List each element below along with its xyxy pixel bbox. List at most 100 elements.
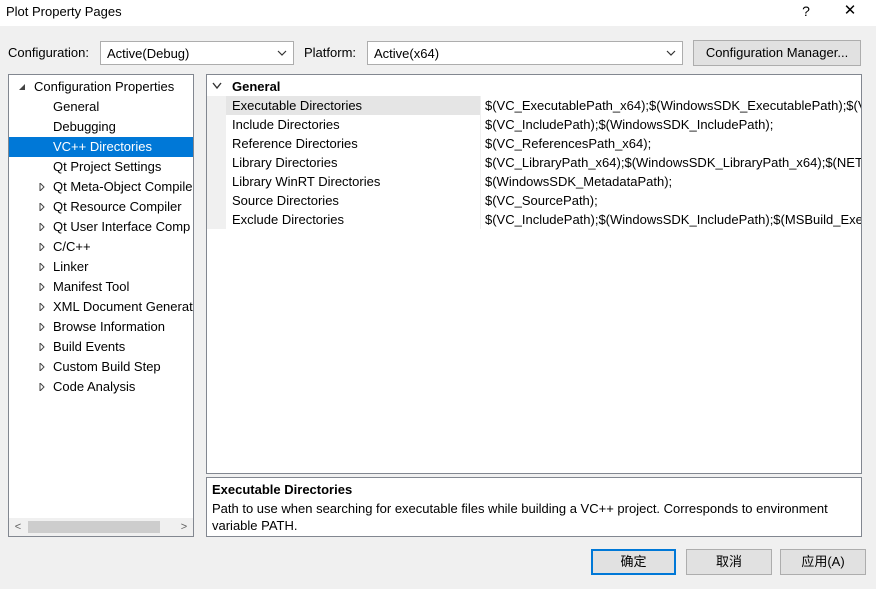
platform-select[interactable]: Active(x64) <box>367 41 683 65</box>
tree-item[interactable]: General <box>9 97 193 117</box>
scroll-left-icon[interactable]: < <box>11 520 25 534</box>
tree-item-label: Code Analysis <box>53 379 136 394</box>
tree-item-label: C/C++ <box>53 239 91 254</box>
property-value[interactable]: $(VC_IncludePath);$(WindowsSDK_IncludePa… <box>485 210 861 229</box>
column-divider <box>480 153 481 172</box>
tree-item[interactable]: Configuration Properties <box>9 77 193 97</box>
tree-item[interactable]: Browse Information <box>9 317 193 337</box>
collapsed-triangle-icon[interactable] <box>38 183 46 191</box>
tree-item[interactable]: Code Analysis <box>9 377 193 397</box>
section-header-general[interactable]: General <box>207 77 861 96</box>
column-divider <box>480 134 481 153</box>
tree-item[interactable]: Custom Build Step <box>9 357 193 377</box>
collapsed-triangle-icon[interactable] <box>38 223 46 231</box>
expanded-triangle-icon[interactable] <box>18 83 26 91</box>
property-grid[interactable]: General Executable Directories $(VC_Execu… <box>206 74 862 474</box>
collapsed-triangle-icon[interactable] <box>38 283 46 291</box>
tree-item[interactable]: Linker <box>9 257 193 277</box>
property-name: Include Directories <box>232 117 340 132</box>
tree-item-label: Qt User Interface Comp <box>53 219 191 234</box>
chevron-down-icon <box>277 50 287 56</box>
tree-item-label: Manifest Tool <box>53 279 130 294</box>
property-name: Reference Directories <box>232 136 358 151</box>
row-margin <box>207 153 226 172</box>
tree-item-label: General <box>53 99 100 114</box>
tree-item[interactable]: Qt Resource Compiler <box>9 197 193 217</box>
tree-item-label: Build Events <box>53 339 126 354</box>
tree-item[interactable]: Qt User Interface Comp <box>9 217 193 237</box>
column-divider <box>480 115 481 134</box>
cancel-button[interactable]: 取消 <box>686 549 772 575</box>
tree-item[interactable]: XML Document Generat <box>9 297 193 317</box>
configuration-select[interactable]: Active(Debug) <box>100 41 294 65</box>
section-title: General <box>232 79 281 94</box>
property-value[interactable]: $(VC_ReferencesPath_x64); <box>485 134 861 153</box>
tree-item-label: XML Document Generat <box>53 299 193 314</box>
tree-item-label: Qt Meta-Object Compile <box>53 179 193 194</box>
scrollbar-thumb[interactable] <box>28 521 160 533</box>
property-row[interactable]: Library Directories $(VC_LibraryPath_x64)… <box>207 153 861 172</box>
collapsed-triangle-icon[interactable] <box>38 243 46 251</box>
property-value[interactable]: $(VC_ExecutablePath_x64);$(WindowsSDK_Ex… <box>485 96 861 115</box>
collapsed-triangle-icon[interactable] <box>38 203 46 211</box>
tree-horizontal-scrollbar[interactable]: < > <box>9 518 193 536</box>
chevron-down-icon <box>666 50 676 56</box>
tree-item-label: Configuration Properties <box>34 79 175 94</box>
property-row[interactable]: Exclude Directories $(VC_IncludePath);$(W… <box>207 210 861 229</box>
tree-item-label: Debugging <box>53 119 116 134</box>
property-name: Exclude Directories <box>232 212 344 227</box>
property-value[interactable]: $(VC_LibraryPath_x64);$(WindowsSDK_Libra… <box>485 153 861 172</box>
tree-item-label: Qt Project Settings <box>53 159 162 174</box>
property-row[interactable]: Reference Directories $(VC_ReferencesPath… <box>207 134 861 153</box>
collapsed-triangle-icon[interactable] <box>38 263 46 271</box>
column-divider <box>480 191 481 210</box>
collapsed-triangle-icon[interactable] <box>38 343 46 351</box>
property-row[interactable]: Library WinRT Directories $(WindowsSDK_Me… <box>207 172 861 191</box>
apply-button[interactable]: 应用(A) <box>780 549 866 575</box>
property-name: Executable Directories <box>232 98 363 113</box>
property-row[interactable]: Include Directories $(VC_IncludePath);$(W… <box>207 115 861 134</box>
close-button[interactable]: ✕ <box>830 0 870 24</box>
row-margin <box>207 134 226 153</box>
tree-item-label: VC++ Directories <box>53 139 152 154</box>
column-divider <box>480 96 481 115</box>
property-value[interactable]: $(WindowsSDK_MetadataPath); <box>485 172 861 191</box>
property-value[interactable]: $(VC_SourcePath); <box>485 191 861 210</box>
tree-item-label: Browse Information <box>53 319 165 334</box>
ok-button[interactable]: 确定 <box>591 549 676 575</box>
row-margin <box>207 210 226 229</box>
tree-item[interactable]: VC++ Directories <box>9 137 193 157</box>
tree-item[interactable]: Qt Project Settings <box>9 157 193 177</box>
property-row[interactable]: Executable Directories $(VC_ExecutablePat… <box>207 96 861 115</box>
property-value[interactable]: $(VC_IncludePath);$(WindowsSDK_IncludePa… <box>485 115 861 134</box>
platform-label: Platform: <box>304 45 357 60</box>
tree-item-label: Linker <box>53 259 89 274</box>
help-button[interactable]: ? <box>786 0 826 24</box>
column-divider <box>480 172 481 191</box>
row-margin <box>207 115 226 134</box>
tree-item[interactable]: Build Events <box>9 337 193 357</box>
configuration-label: Configuration: <box>8 45 89 60</box>
column-divider <box>480 210 481 229</box>
collapsed-triangle-icon[interactable] <box>38 323 46 331</box>
tree-item[interactable]: Manifest Tool <box>9 277 193 297</box>
description-title: Executable Directories <box>212 482 353 497</box>
property-tree[interactable]: Code Analysis Custom Build Step Build Even… <box>8 74 194 537</box>
tree-item-label: Custom Build Step <box>53 359 161 374</box>
property-row[interactable]: Source Directories $(VC_SourcePath); <box>207 191 861 210</box>
collapsed-triangle-icon[interactable] <box>38 383 46 391</box>
configuration-manager-button[interactable]: Configuration Manager... <box>693 40 861 66</box>
tree-item[interactable]: Debugging <box>9 117 193 137</box>
tree-item-label: Qt Resource Compiler <box>53 199 182 214</box>
row-margin <box>207 172 226 191</box>
collapsed-triangle-icon[interactable] <box>38 303 46 311</box>
collapse-caret-icon[interactable] <box>212 82 222 90</box>
title-bar: Plot Property Pages ? ✕ <box>0 0 876 26</box>
row-margin <box>207 96 226 115</box>
property-name: Source Directories <box>232 193 339 208</box>
scroll-right-icon[interactable]: > <box>177 520 191 534</box>
description-text: Path to use when searching for executabl… <box>212 501 828 533</box>
collapsed-triangle-icon[interactable] <box>38 363 46 371</box>
tree-item[interactable]: C/C++ <box>9 237 193 257</box>
tree-item[interactable]: Qt Meta-Object Compile <box>9 177 193 197</box>
